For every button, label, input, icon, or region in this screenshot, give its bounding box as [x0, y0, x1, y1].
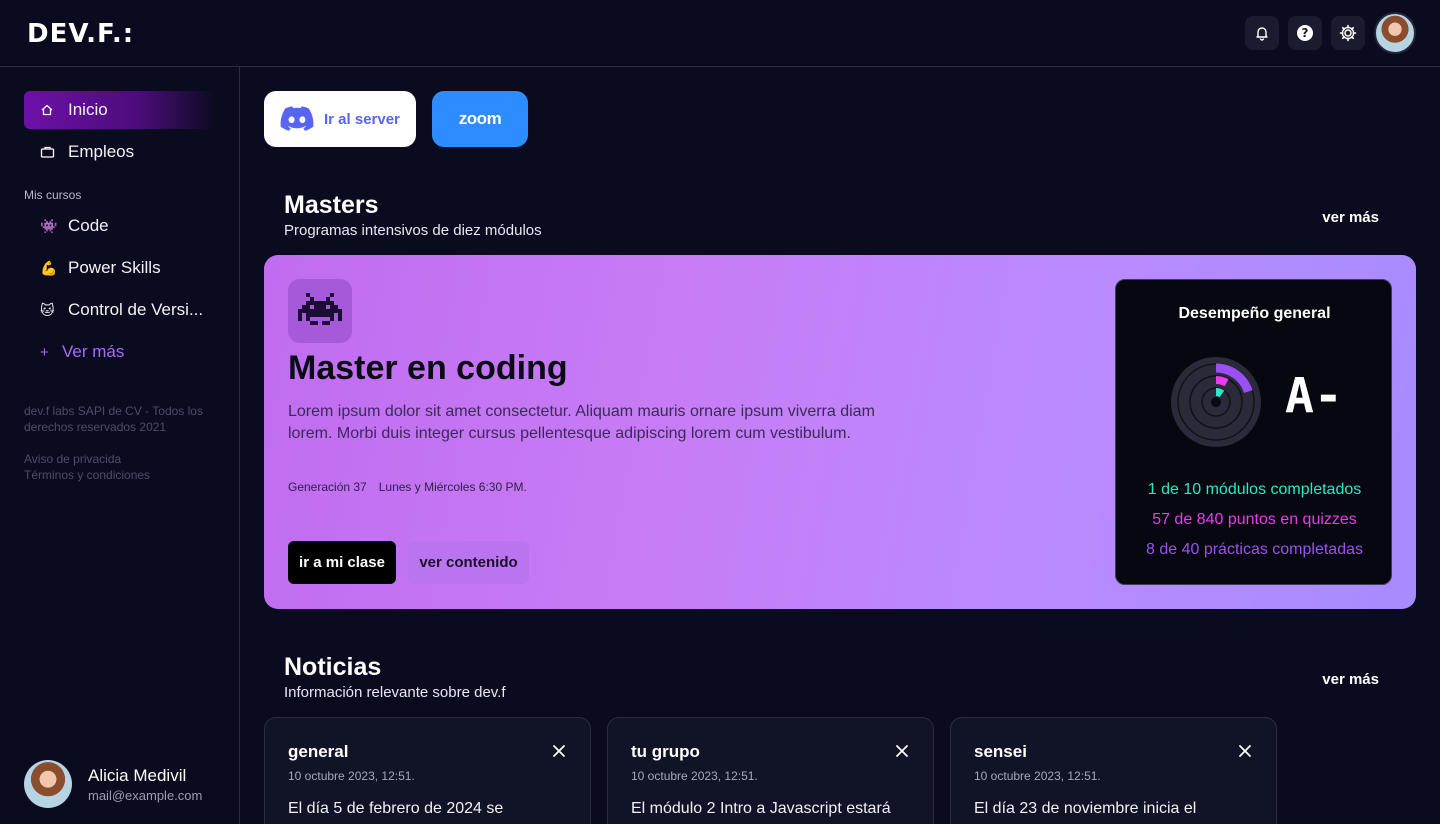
- view-content-button[interactable]: ver contenido: [408, 541, 529, 584]
- sidebar-item-label: Control de Versi...: [68, 300, 204, 319]
- news-date: 10 octubre 2023, 12:51.: [631, 769, 758, 783]
- course-meta: Generación 37 Lunes y Miércoles 6:30 PM.: [288, 480, 527, 494]
- performance-panel: Desempeño general A- 1 de 10 módulos com…: [1115, 279, 1392, 585]
- notifications-button[interactable]: [1245, 16, 1279, 50]
- news-body: El día 5 de febrero de 2024 se: [288, 800, 504, 817]
- masters-ver-mas-link[interactable]: ver más: [1322, 209, 1379, 226]
- news-title: Noticias: [284, 653, 382, 681]
- masters-title: Masters: [284, 191, 379, 219]
- masters-subtitle: Programas intensivos de diez módulos: [284, 222, 542, 239]
- privacy-link[interactable]: Aviso de privacida: [24, 451, 224, 467]
- news-card[interactable]: tu grupo 10 octubre 2023, 12:51. El módu…: [607, 717, 934, 824]
- news-tag: general: [288, 742, 349, 761]
- profile-name: Alicia Medivil: [88, 765, 187, 785]
- close-icon[interactable]: [1238, 744, 1252, 758]
- terms-link[interactable]: Términos y condiciones: [24, 467, 224, 483]
- top-bar: DEV.F.: ?: [0, 0, 1440, 67]
- stat-modules: 1 de 10 módulos completados: [1147, 481, 1362, 498]
- profile-email: mail@example.com: [88, 787, 203, 803]
- news-body: El módulo 2 Intro a Javascript estará: [631, 800, 891, 817]
- sidebar-item-empleos[interactable]: Empleos: [24, 133, 216, 171]
- performance-grade: A-: [1285, 368, 1343, 424]
- stat-practices: 8 de 40 prácticas completadas: [1145, 541, 1363, 558]
- svg-text:?: ?: [1302, 26, 1309, 40]
- settings-button[interactable]: [1331, 16, 1365, 50]
- performance-radial-chart: [1171, 357, 1261, 447]
- briefcase-icon: [40, 145, 68, 159]
- news-subtitle: Información relevante sobre dev.f: [284, 684, 506, 701]
- stat-quizzes: 57 de 840 puntos en quizzes: [1152, 511, 1357, 528]
- news-date: 10 octubre 2023, 12:51.: [288, 769, 415, 783]
- help-icon: ?: [1297, 25, 1313, 41]
- sidebar-item-label: Code: [68, 216, 109, 235]
- close-icon[interactable]: [552, 744, 566, 758]
- radial-progress-arc: [1215, 376, 1229, 387]
- alien-monster-icon: 👾: [40, 217, 58, 234]
- user-profile[interactable]: Alicia Medivil mail@example.com: [24, 760, 202, 808]
- sidebar-item-inicio[interactable]: Inicio: [24, 91, 216, 129]
- news-tag: sensei: [974, 742, 1027, 761]
- course-title: Master en coding: [288, 349, 568, 387]
- top-actions: ?: [1245, 12, 1416, 54]
- go-to-class-button[interactable]: ir a mi clase: [288, 541, 396, 584]
- course-icon: [288, 279, 352, 343]
- sidebar-course-code[interactable]: 👾 Code: [24, 207, 216, 245]
- bell-icon: [1256, 27, 1268, 41]
- devf-logo[interactable]: DEV.F.:: [27, 20, 134, 48]
- radial-progress-arc: [1215, 388, 1225, 398]
- courses-section-label: Mis cursos: [24, 188, 82, 202]
- sidebar-course-control-versiones[interactable]: 🐱 Control de Versi...: [24, 291, 216, 329]
- discord-server-button[interactable]: Ir al server: [264, 91, 416, 147]
- sidebar-ver-mas-label: Ver más: [62, 342, 125, 361]
- cat-icon: 🐱: [40, 301, 55, 318]
- help-button[interactable]: ?: [1288, 16, 1322, 50]
- user-avatar[interactable]: [1374, 12, 1416, 54]
- discord-button-label: Ir al server: [324, 110, 400, 128]
- course-schedule: Lunes y Miércoles 6:30 PM.: [378, 480, 527, 494]
- copyright-text: dev.f labs SAPI de CV - Todos los derech…: [24, 404, 203, 434]
- news-date: 10 octubre 2023, 12:51.: [974, 769, 1101, 783]
- news-tag: tu grupo: [631, 742, 700, 761]
- sidebar-item-label: Inicio: [68, 100, 108, 119]
- master-course-card: Master en coding Lorem ipsum dolor sit a…: [264, 255, 1416, 609]
- news-body: El día 23 de noviembre inicia el: [974, 800, 1197, 817]
- zoom-logo: zoom: [458, 109, 502, 128]
- sidebar-item-label: Empleos: [68, 142, 135, 161]
- home-icon: [40, 103, 68, 117]
- course-generation: Generación 37: [288, 480, 367, 494]
- close-icon[interactable]: [895, 744, 909, 758]
- sidebar: Inicio Empleos Mis cursos 👾 Code 💪 Power…: [0, 67, 240, 824]
- gear-icon: [1339, 24, 1357, 42]
- performance-title: Desempeño general: [1178, 305, 1331, 322]
- discord-icon: [280, 106, 314, 131]
- sidebar-course-power-skills[interactable]: 💪 Power Skills: [24, 249, 216, 287]
- flexed-biceps-icon: 💪: [40, 259, 58, 276]
- radial-center: [1211, 397, 1221, 407]
- course-description: Lorem ipsum dolor sit amet consectetur. …: [288, 403, 875, 442]
- sidebar-ver-mas[interactable]: + Ver más: [24, 333, 216, 371]
- plus-icon: +: [40, 343, 49, 361]
- news-card[interactable]: sensei 10 octubre 2023, 12:51. El día 23…: [950, 717, 1277, 824]
- news-ver-mas-link[interactable]: ver más: [1322, 671, 1379, 688]
- sidebar-item-label: Power Skills: [68, 258, 161, 277]
- zoom-button[interactable]: zoom: [432, 91, 528, 147]
- alien-monster-icon: [298, 293, 342, 325]
- avatar: [24, 760, 72, 808]
- news-card[interactable]: general 10 octubre 2023, 12:51. El día 5…: [264, 717, 591, 824]
